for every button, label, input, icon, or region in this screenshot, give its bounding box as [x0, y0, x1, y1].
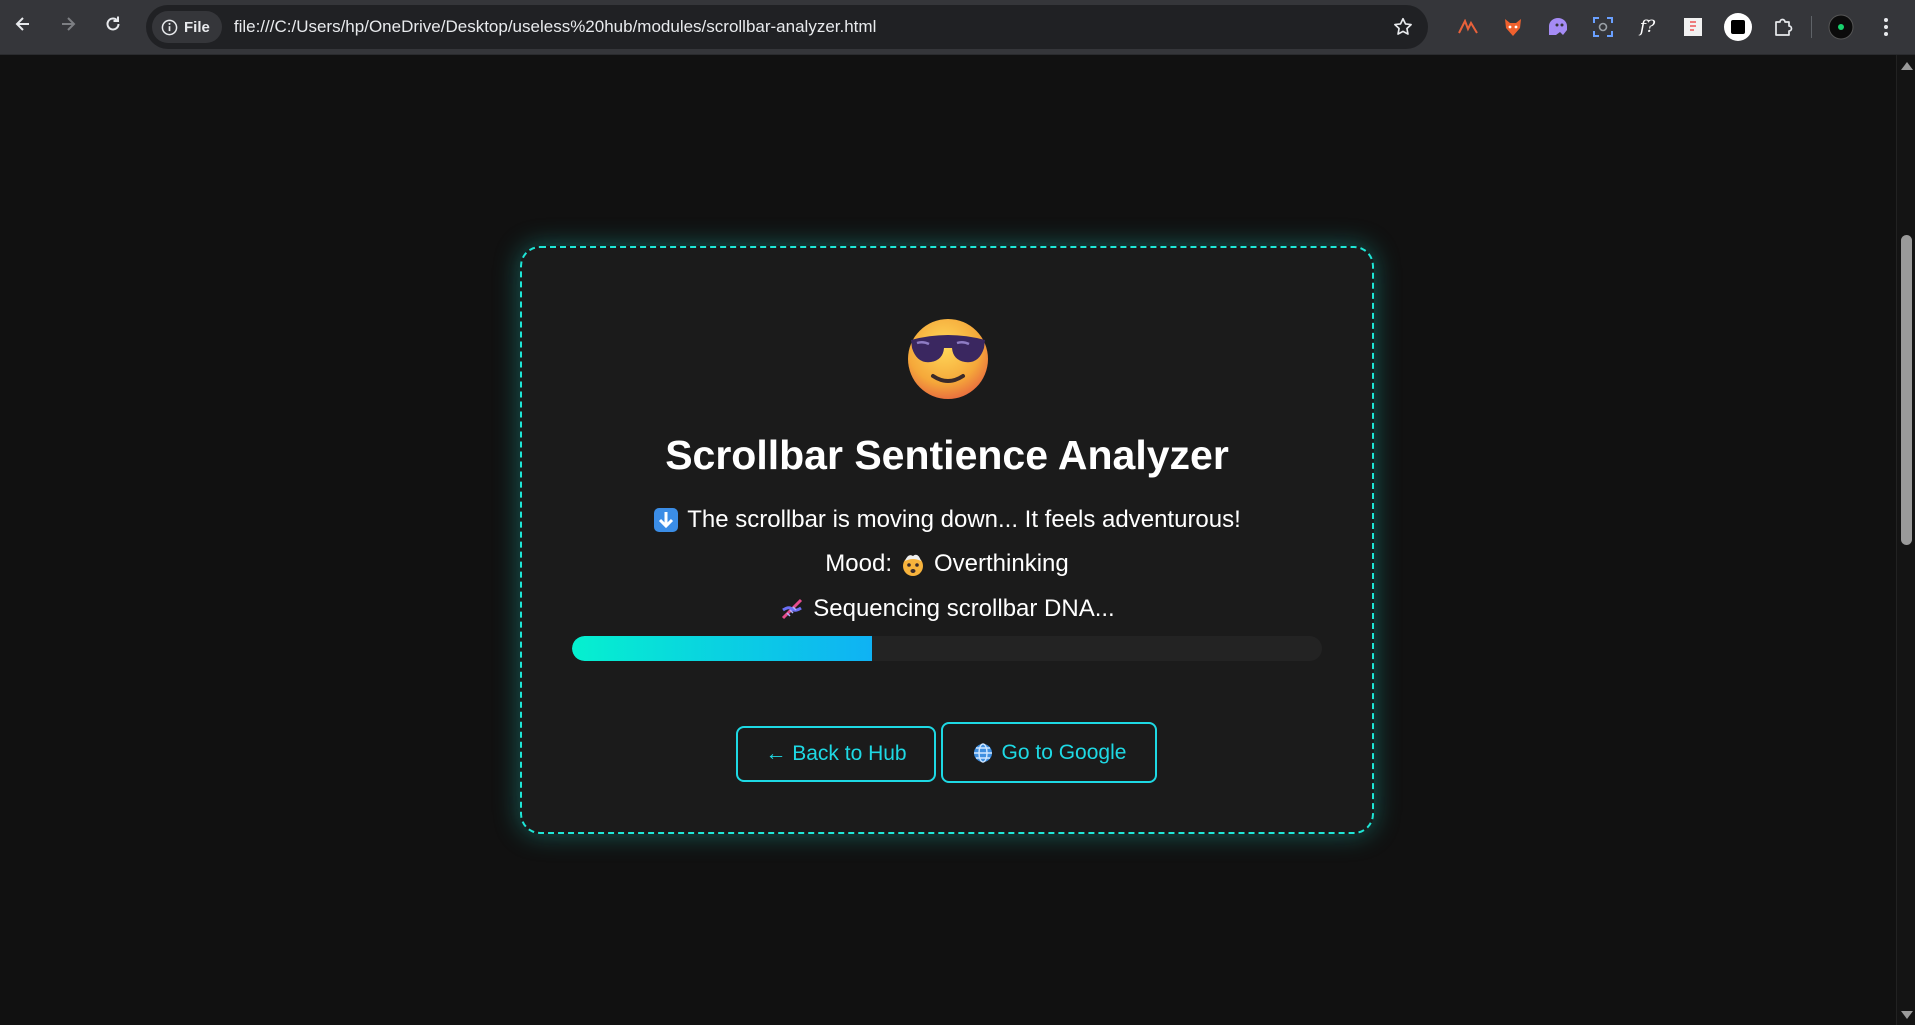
progress-bar — [572, 636, 1322, 661]
back-to-hub-button[interactable]: ← Back to Hub — [736, 726, 936, 782]
mood-label: Mood: — [825, 550, 892, 577]
arrow-right-icon — [62, 17, 76, 31]
mood-value: Overthinking — [933, 550, 1069, 577]
globe-icon — [973, 742, 992, 763]
progress-fill — [572, 636, 872, 661]
reload-icon — [106, 16, 120, 31]
square-extension-icon — [1723, 13, 1752, 41]
scroll-status-text: The scrollbar is moving down... It feels… — [687, 506, 1241, 533]
mood-line: Mood: Overthinking — [522, 550, 1372, 578]
down-arrow-icon — [654, 508, 679, 532]
reload-button[interactable] — [95, 6, 131, 42]
bookmark-star-button[interactable] — [1390, 14, 1416, 40]
go-to-google-button[interactable]: Go to Google — [941, 722, 1157, 783]
puzzle-icon — [1774, 18, 1792, 36]
formula-extension-button[interactable]: f? — [1625, 8, 1670, 46]
url-text[interactable]: file:///C:/Users/hp/OneDrive/Desktop/use… — [234, 17, 877, 37]
scroll-down-arrow[interactable] — [1901, 1011, 1913, 1019]
profile-avatar-button[interactable] — [1818, 8, 1863, 46]
avatar — [1828, 14, 1853, 40]
dna-line: Sequencing scrollbar DNA... — [522, 595, 1372, 623]
analyzer-card: Scrollbar Sentience Analyzer The scrollb… — [520, 246, 1374, 834]
page-scrollbar[interactable] — [1896, 55, 1915, 1025]
arrow-left-icon — [15, 17, 29, 31]
back-to-hub-label: ← Back to Hub — [765, 742, 907, 765]
extensions-menu-button[interactable] — [1760, 8, 1805, 46]
site-chip-label: File — [184, 18, 210, 36]
exploding-head-icon — [902, 554, 923, 576]
extension-1-icon — [1457, 19, 1478, 34]
go-to-google-label: Go to Google — [1001, 740, 1127, 764]
document-extension-icon — [1683, 18, 1702, 36]
fox-extension-icon — [1504, 19, 1521, 36]
dna-status-text: Sequencing scrollbar DNA... — [813, 595, 1115, 622]
back-nav-button[interactable] — [5, 6, 41, 42]
browser-menu-button[interactable] — [1863, 8, 1908, 46]
browser-toolbar: File file:///C:/Users/hp/OneDrive/Deskto… — [0, 0, 1915, 55]
ghost-extension-icon — [1548, 18, 1567, 35]
document-extension-button[interactable] — [1670, 8, 1715, 46]
square-extension-button[interactable] — [1715, 8, 1760, 46]
ghost-extension-button[interactable] — [1535, 8, 1580, 46]
screenshot-extension-button[interactable] — [1580, 8, 1625, 46]
extension-1-button[interactable] — [1445, 8, 1490, 46]
info-icon — [161, 19, 178, 35]
dna-icon — [782, 598, 803, 620]
forward-nav-button[interactable] — [50, 6, 86, 42]
star-icon — [1394, 17, 1412, 35]
scrollbar-thumb[interactable] — [1901, 235, 1912, 545]
more-vertical-icon — [1883, 18, 1888, 36]
fox-extension-button[interactable] — [1490, 8, 1535, 46]
scroll-status-line: The scrollbar is moving down... It feels… — [522, 506, 1372, 534]
formula-extension-icon: f? — [1639, 17, 1656, 37]
screenshot-extension-icon — [1592, 17, 1613, 37]
site-info-chip[interactable]: File — [152, 11, 222, 43]
sunglasses-face-icon — [908, 319, 988, 399]
address-bar[interactable]: File file:///C:/Users/hp/OneDrive/Deskto… — [146, 5, 1428, 49]
toolbar-divider — [1811, 16, 1812, 38]
extensions-bar: f? — [1445, 8, 1908, 46]
page-title: Scrollbar Sentience Analyzer — [665, 432, 1229, 478]
scroll-up-arrow[interactable] — [1901, 62, 1913, 70]
